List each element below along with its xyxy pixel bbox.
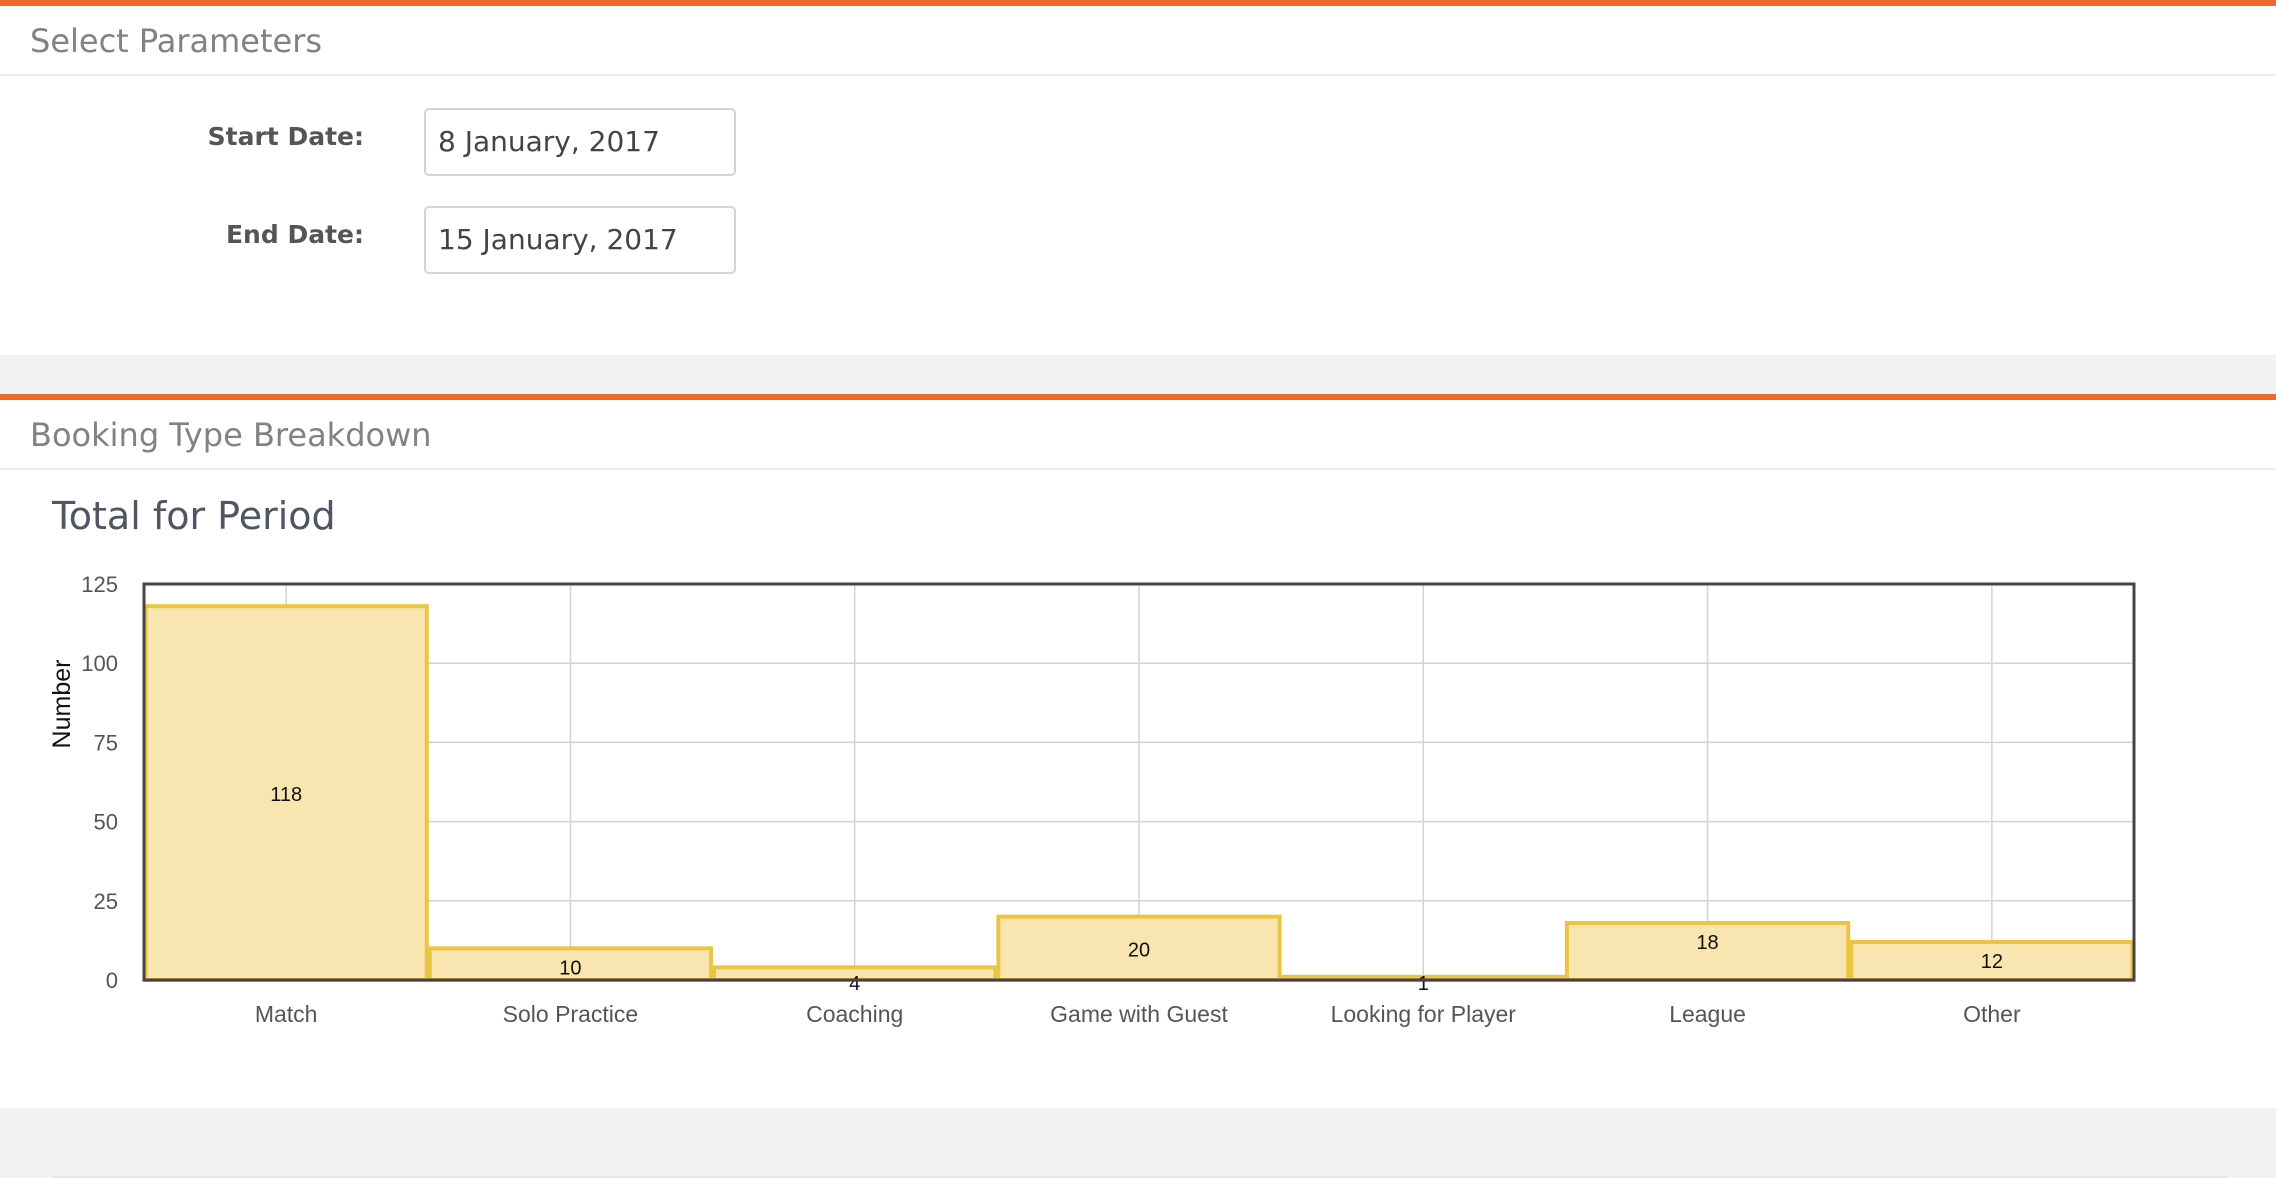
- panel-heading: Select Parameters: [0, 6, 2276, 76]
- panel-heading: Booking Type Breakdown: [0, 400, 2276, 470]
- y-tick-label: 75: [94, 730, 118, 755]
- x-tick-label: Game with Guest: [1050, 1001, 1228, 1027]
- select-parameters-panel: Select Parameters Start Date: 8 January,…: [0, 0, 2276, 355]
- end-date-input[interactable]: 15 January, 2017: [424, 206, 736, 274]
- data-label: 118: [270, 784, 302, 806]
- y-axis-label: Number: [48, 660, 76, 749]
- x-tick-label: League: [1669, 1001, 1746, 1027]
- data-label: 12: [1981, 951, 2003, 973]
- y-tick-label: 50: [94, 810, 118, 835]
- data-label: 1: [1418, 973, 1429, 995]
- x-tick-label: Coaching: [806, 1001, 903, 1027]
- y-tick-label: 25: [94, 889, 118, 914]
- y-tick-label: 100: [81, 651, 118, 676]
- x-tick-label: Solo Practice: [503, 1001, 639, 1027]
- booking-type-chart: 02550751001251181042011812Match Solo Prac…: [48, 572, 2136, 1027]
- x-tick-label: Looking for Player: [1331, 1001, 1517, 1027]
- end-date-row: End Date: 15 January, 2017: [0, 206, 760, 276]
- y-tick-label: 0: [106, 968, 118, 993]
- x-tick-label: Match: [255, 1001, 318, 1027]
- start-date-row: Start Date: 8 January, 2017: [0, 108, 760, 178]
- end-date-label: End Date:: [225, 220, 364, 249]
- x-tick-label: Other: [1963, 1001, 2021, 1027]
- data-label: 10: [559, 957, 581, 979]
- y-tick-label: 125: [81, 572, 118, 597]
- start-date-input[interactable]: 8 January, 2017: [424, 108, 736, 176]
- booking-type-panel: Booking Type Breakdown Total for Period …: [0, 394, 2276, 1178]
- data-label: 4: [849, 973, 860, 995]
- data-label: 18: [1696, 932, 1718, 954]
- data-label: 20: [1128, 939, 1150, 961]
- start-date-label: Start Date:: [207, 122, 364, 151]
